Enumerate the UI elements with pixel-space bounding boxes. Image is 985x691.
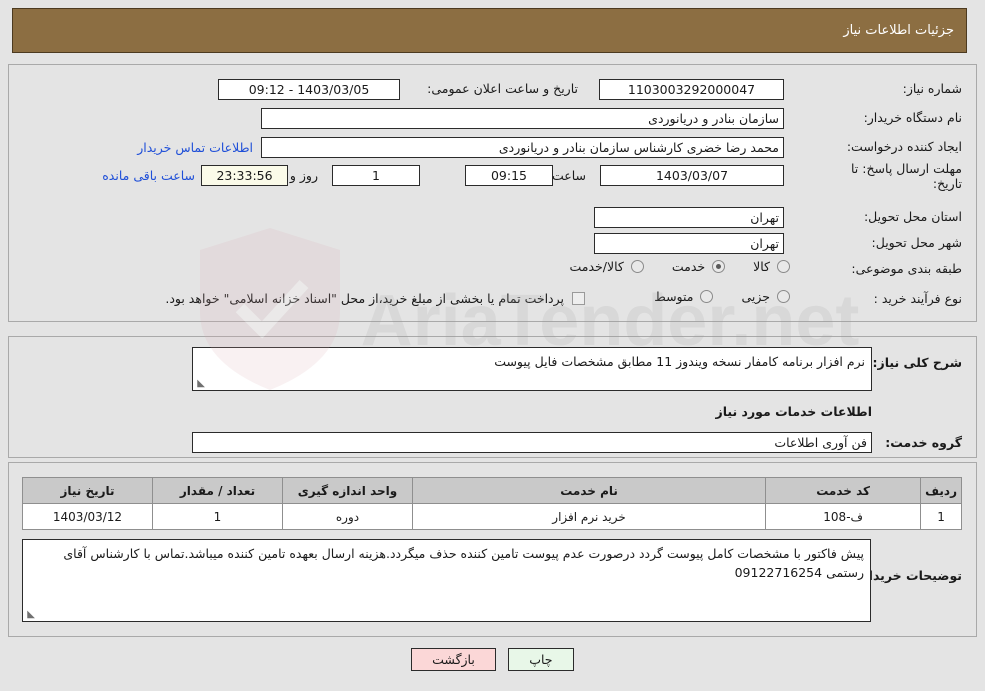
category-label: طبقه بندی موضوعی: (851, 261, 962, 276)
announce-value: 1403/03/05 - 09:12 (218, 79, 400, 100)
process-radio-motavaset[interactable]: متوسط (654, 289, 714, 304)
page-root: جزئیات اطلاعات نیاز شماره نیاز: 11030032… (0, 0, 985, 691)
col-qty: تعداد / مقدار (152, 477, 283, 504)
buyer-contact-link[interactable]: اطلاعات تماس خریدار (137, 140, 253, 155)
need-description-value: نرم افزار برنامه کامفار نسخه ویندوز 11 م… (494, 354, 865, 369)
buyer-notes-label: توضیحات خریدار: (856, 568, 962, 583)
buyer-notes-textarea[interactable]: پیش فاکتور با مشخصات کامل پیوست گردد درص… (22, 539, 871, 622)
process-option-label: جزیی (741, 289, 770, 304)
process-label: نوع فرآیند خرید : (873, 291, 962, 306)
cell-date: 1403/03/12 (22, 503, 153, 530)
radio-selected-icon[interactable] (712, 260, 726, 273)
col-date: تاریخ نیاز (22, 477, 153, 504)
category-radio-khedmat[interactable]: خدمت (671, 259, 726, 274)
buyer-notes-value: پیش فاکتور با مشخصات کامل پیوست گردد درص… (63, 546, 864, 580)
need-description-label: شرح کلی نیاز: (872, 355, 962, 370)
treasury-checkbox-label: پرداخت تمام یا بخشی از مبلغ خرید،از محل … (165, 291, 564, 306)
process-radio-group: جزیی متوسط (626, 289, 790, 304)
need-description-textarea[interactable]: نرم افزار برنامه کامفار نسخه ویندوز 11 م… (192, 347, 872, 391)
need-number-value: 1103003292000047 (599, 79, 784, 100)
process-radio-jozii[interactable]: جزیی (741, 289, 790, 304)
col-name: نام خدمت (411, 477, 767, 504)
service-items-table: ردیف کد خدمت نام خدمت واحد اندازه گیری ت… (22, 477, 962, 530)
days-label: روز و (289, 168, 318, 183)
category-radio-kala[interactable]: کالا (753, 259, 790, 274)
table-row: 1 ف-108 خرید نرم افزار دوره 1 1403/03/12 (22, 503, 962, 530)
city-value: تهران (594, 233, 784, 254)
radio-icon[interactable] (777, 260, 790, 273)
category-option-label: کالا (753, 259, 770, 274)
remaining-days-value: 1 (332, 165, 420, 186)
radio-icon[interactable] (777, 290, 790, 303)
treasury-checkbox[interactable] (572, 292, 585, 305)
hour-label: ساعت (551, 168, 586, 183)
service-group-label: گروه خدمت: (885, 435, 962, 450)
resize-grip-icon[interactable]: ◣ (195, 379, 205, 389)
category-option-label: کالا/خدمت (569, 259, 624, 274)
need-number-label: شماره نیاز: (902, 81, 962, 96)
table-header-row: ردیف کد خدمت نام خدمت واحد اندازه گیری ت… (22, 477, 962, 504)
resize-grip-icon[interactable]: ◣ (25, 610, 35, 620)
service-description-panel: شرح کلی نیاز: نرم افزار برنامه کامفار نس… (8, 336, 977, 458)
cell-qty: 1 (152, 503, 283, 530)
cell-name: خرید نرم افزار (411, 503, 767, 530)
buyer-org-value: سازمان بنادر و دریانوردی (261, 108, 784, 129)
countdown-timer: 23:33:56 (201, 165, 288, 186)
creator-label: ایجاد کننده درخواست: (846, 139, 962, 154)
category-option-label: خدمت (671, 259, 706, 274)
cell-unit: دوره (282, 503, 413, 530)
page-title: جزئیات اطلاعات نیاز (843, 23, 954, 38)
category-radio-group: کالا خدمت کالا/خدمت (541, 259, 790, 274)
service-group-value: فن آوری اطلاعات (192, 432, 872, 453)
action-button-bar: بازگشت چاپ (0, 648, 985, 671)
print-button[interactable]: چاپ (507, 648, 574, 671)
cell-code: ف-108 (765, 503, 922, 530)
services-section-title: اطلاعات خدمات مورد نیاز (715, 404, 873, 419)
service-items-panel: ردیف کد خدمت نام خدمت واحد اندازه گیری ت… (8, 462, 977, 637)
need-info-panel: شماره نیاز: 1103003292000047 تاریخ و ساع… (8, 64, 977, 322)
deadline-time-value: 09:15 (465, 165, 553, 186)
province-label: استان محل تحویل: (863, 209, 962, 224)
buyer-org-label: نام دستگاه خریدار: (863, 110, 962, 125)
creator-value: محمد رضا خضری کارشناس سازمان بنادر و دری… (261, 137, 784, 158)
col-unit: واحد اندازه گیری (282, 477, 413, 504)
col-radif: ردیف (920, 477, 962, 504)
remaining-hours-label: ساعت باقی مانده (102, 168, 195, 183)
deadline-date-value: 1403/03/07 (600, 165, 784, 186)
deadline-label: مهلت ارسال پاسخ: تا تاریخ: (851, 161, 962, 191)
radio-icon[interactable] (630, 260, 644, 273)
col-code: کد خدمت (765, 477, 922, 504)
cell-radif: 1 (920, 503, 962, 530)
page-header: جزئیات اطلاعات نیاز (12, 8, 967, 53)
process-option-label: متوسط (654, 289, 694, 304)
back-button[interactable]: بازگشت (411, 648, 496, 671)
radio-icon[interactable] (700, 290, 714, 303)
category-radio-kala-khedmat[interactable]: کالا/خدمت (569, 259, 644, 274)
province-value: تهران (594, 207, 784, 228)
announce-label: تاریخ و ساعت اعلان عمومی: (427, 81, 578, 96)
city-label: شهر محل تحویل: (871, 235, 962, 250)
